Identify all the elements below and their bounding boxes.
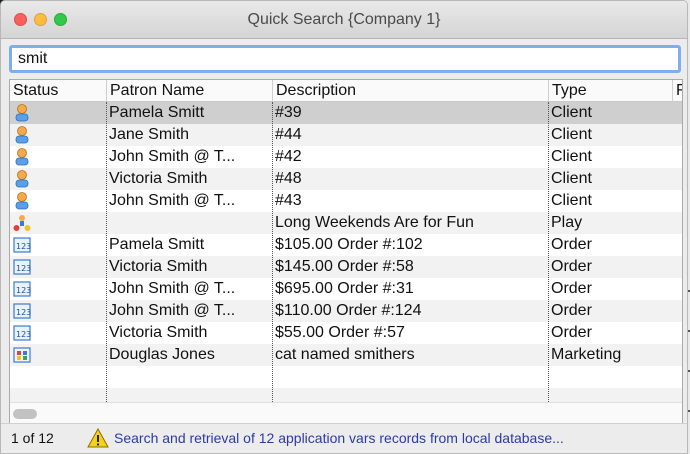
cell-patron-name: Victoria Smith <box>109 324 208 341</box>
cell-description: #48 <box>275 170 302 187</box>
svg-text:123: 123 <box>16 242 31 251</box>
cell-type: Order <box>551 280 592 297</box>
search-field <box>9 45 681 73</box>
cell-description: Long Weekends Are for Fun <box>275 214 474 231</box>
svg-text:123: 123 <box>16 286 31 295</box>
horizontal-scrollbar[interactable] <box>10 402 682 424</box>
cell-type: Order <box>551 236 592 253</box>
table-row[interactable]: 123 John Smith @ T... $695.00 Order #:31 Or… <box>10 278 682 300</box>
cell-patron-name: John Smith @ T... <box>109 280 236 297</box>
table-row[interactable] <box>10 366 682 388</box>
cell-type: Order <box>551 258 592 275</box>
order-icon: 123 <box>13 280 31 298</box>
table-header: Status Patron Name Description Type F <box>10 80 682 102</box>
results-table: Status Patron Name Description Type F Pa… <box>9 79 683 425</box>
table-row[interactable]: Victoria Smith #48 Client <box>10 168 682 190</box>
order-icon: 123 <box>13 324 31 342</box>
cell-type: Client <box>551 104 592 121</box>
cell-patron-name: John Smith @ T... <box>109 148 236 165</box>
table-row[interactable]: Pamela Smitt #39 Client <box>10 102 682 124</box>
person-icon <box>13 104 31 122</box>
cell-type: Client <box>551 170 592 187</box>
cell-type: Order <box>551 324 592 341</box>
quick-search-window: Quick Search {Company 1} Status Patron N… <box>0 0 688 454</box>
column-header-status[interactable]: Status <box>10 80 106 102</box>
cell-patron-name: Pamela Smitt <box>109 236 205 253</box>
table-row[interactable]: Jane Smith #44 Client <box>10 124 682 146</box>
cell-type: Client <box>551 148 592 165</box>
cell-type: Marketing <box>551 346 622 363</box>
scrollbar-thumb[interactable] <box>13 409 37 419</box>
table-row[interactable]: Long Weekends Are for Fun Play <box>10 212 682 234</box>
cell-patron-name <box>106 212 272 234</box>
cell-patron-name: Victoria Smith <box>109 170 208 187</box>
svg-text:123: 123 <box>16 264 31 273</box>
order-icon: 123 <box>13 302 31 320</box>
cell-description: #44 <box>275 126 302 143</box>
cell-description: #39 <box>275 104 302 121</box>
cell-description: $55.00 Order #:57 <box>275 324 405 341</box>
column-header-f[interactable]: F <box>672 80 682 102</box>
order-icon: 123 <box>13 236 31 254</box>
warning-icon <box>87 428 109 448</box>
svg-text:123: 123 <box>16 330 31 339</box>
order-icon: 123 <box>13 258 31 276</box>
table-row[interactable]: 123 John Smith @ T... $110.00 Order #:124 O… <box>10 300 682 322</box>
cell-patron-name: John Smith @ T... <box>109 192 236 209</box>
column-header-description[interactable]: Description <box>272 80 548 102</box>
cell-description: $105.00 Order #:102 <box>275 236 423 253</box>
table-row[interactable]: John Smith @ T... #42 Client <box>10 146 682 168</box>
cell-description: cat named smithers <box>275 346 415 363</box>
table-row[interactable]: Douglas Jones cat named smithers Marketing <box>10 344 682 366</box>
search-input[interactable] <box>9 45 681 73</box>
cell-type: Play <box>551 214 583 231</box>
cell-description: $145.00 Order #:58 <box>275 258 414 275</box>
cell-patron-name: Douglas Jones <box>109 346 215 363</box>
result-count: 1 of 12 <box>11 430 54 446</box>
cell-type: Order <box>551 302 592 319</box>
cell-type: Client <box>551 192 592 209</box>
column-header-patron-name[interactable]: Patron Name <box>106 80 272 102</box>
cell-description: $695.00 Order #:31 <box>275 280 414 297</box>
cell-patron-name: Pamela Smitt <box>109 104 205 121</box>
cell-description: $110.00 Order #:124 <box>275 302 422 319</box>
table-row[interactable]: 123 Pamela Smitt $105.00 Order #:102 Order <box>10 234 682 256</box>
marketing-icon <box>13 346 31 364</box>
cell-patron-name: Victoria Smith <box>109 258 208 275</box>
table-row[interactable]: 123 Victoria Smith $55.00 Order #:57 Order <box>10 322 682 344</box>
person-icon <box>13 170 31 188</box>
table-row[interactable]: John Smith @ T... #43 Client <box>10 190 682 212</box>
table-row[interactable]: 123 Victoria Smith $145.00 Order #:58 Order <box>10 256 682 278</box>
cell-patron-name: John Smith @ T... <box>109 302 236 319</box>
cell-description: #43 <box>275 192 302 209</box>
person-icon <box>13 126 31 144</box>
column-header-type[interactable]: Type <box>548 80 672 102</box>
cell-type: Client <box>551 126 592 143</box>
cell-patron-name: Jane Smith <box>109 126 190 143</box>
status-bar: 1 of 12 Search and retrieval of 12 appli… <box>1 423 687 453</box>
title-bar[interactable]: Quick Search {Company 1} <box>1 1 687 39</box>
cell-description: #42 <box>275 148 302 165</box>
status-message[interactable]: Search and retrieval of 12 application v… <box>114 430 564 446</box>
person-icon <box>13 192 31 210</box>
group-icon <box>13 214 31 232</box>
window-title: Quick Search {Company 1} <box>247 11 441 28</box>
person-icon <box>13 148 31 166</box>
svg-text:123: 123 <box>16 308 31 317</box>
